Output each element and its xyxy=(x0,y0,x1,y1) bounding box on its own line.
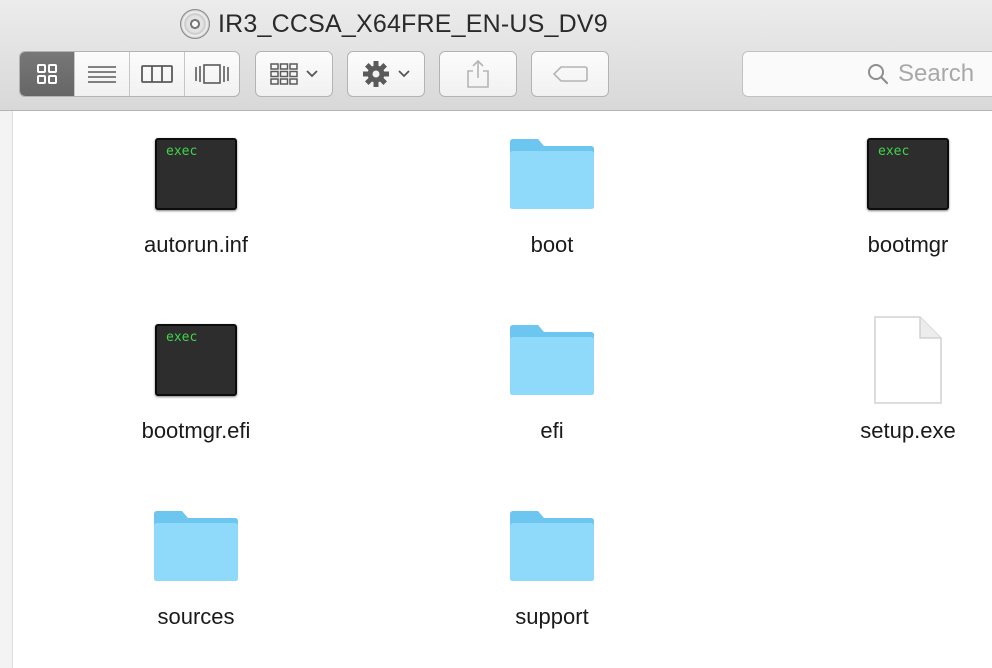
search-icon xyxy=(868,64,889,85)
view-mode-control xyxy=(19,51,240,97)
column-view-icon xyxy=(141,65,173,83)
file-item-boot[interactable]: boot xyxy=(462,119,642,258)
folder-icon xyxy=(510,511,594,581)
sidebar-edge xyxy=(0,111,13,668)
action-button[interactable] xyxy=(347,51,425,97)
chevron-down-icon xyxy=(398,70,410,78)
list-view-button[interactable] xyxy=(75,52,130,96)
folder-icon xyxy=(154,511,238,581)
search-field[interactable]: Search xyxy=(742,51,992,97)
arrange-grid-icon xyxy=(270,63,298,85)
terminal-exec-icon: exec xyxy=(155,324,237,396)
file-item-sources[interactable]: sources xyxy=(106,491,286,630)
tag-icon xyxy=(552,66,588,82)
file-label: autorun.inf xyxy=(144,232,248,257)
file-label: sources xyxy=(157,604,235,629)
terminal-exec-icon: exec xyxy=(867,138,949,210)
arrange-button[interactable] xyxy=(255,51,333,97)
file-label: bootmgr xyxy=(867,232,949,257)
file-label: setup.exe xyxy=(860,418,956,443)
share-button[interactable] xyxy=(439,51,517,97)
folder-icon xyxy=(510,325,594,395)
file-label: bootmgr.efi xyxy=(141,418,251,443)
icon-view-icon xyxy=(37,64,57,84)
cover-flow-view-button[interactable] xyxy=(185,52,239,96)
terminal-exec-icon: exec xyxy=(155,138,237,210)
share-icon xyxy=(467,59,489,88)
file-label: efi xyxy=(540,418,564,443)
disc-icon xyxy=(180,9,210,39)
file-label: support xyxy=(515,604,589,629)
window-toolbar: IR3_CCSA_X64FRE_EN-US_DV9 Search xyxy=(0,0,992,111)
edit-tags-button[interactable] xyxy=(531,51,609,97)
window-title-bar: IR3_CCSA_X64FRE_EN-US_DV9 xyxy=(180,8,608,40)
list-view-icon xyxy=(88,66,116,83)
chevron-down-icon xyxy=(306,70,318,78)
file-item-autorun-inf[interactable]: exec autorun.inf xyxy=(106,119,286,258)
folder-icon xyxy=(510,139,594,209)
file-item-setup-exe[interactable]: setup.exe xyxy=(818,305,992,444)
document-icon xyxy=(874,316,942,404)
gear-icon xyxy=(363,61,389,87)
cover-flow-icon xyxy=(195,64,229,84)
file-item-bootmgr[interactable]: exec bootmgr xyxy=(818,119,992,258)
column-view-button[interactable] xyxy=(130,52,185,96)
window-title: IR3_CCSA_X64FRE_EN-US_DV9 xyxy=(218,9,608,38)
file-item-efi[interactable]: efi xyxy=(462,305,642,444)
search-placeholder: Search xyxy=(898,60,975,87)
icon-view-button[interactable] xyxy=(20,52,75,96)
file-item-bootmgr-efi[interactable]: exec bootmgr.efi xyxy=(106,305,286,444)
file-item-support[interactable]: support xyxy=(462,491,642,630)
file-label: boot xyxy=(530,232,574,257)
